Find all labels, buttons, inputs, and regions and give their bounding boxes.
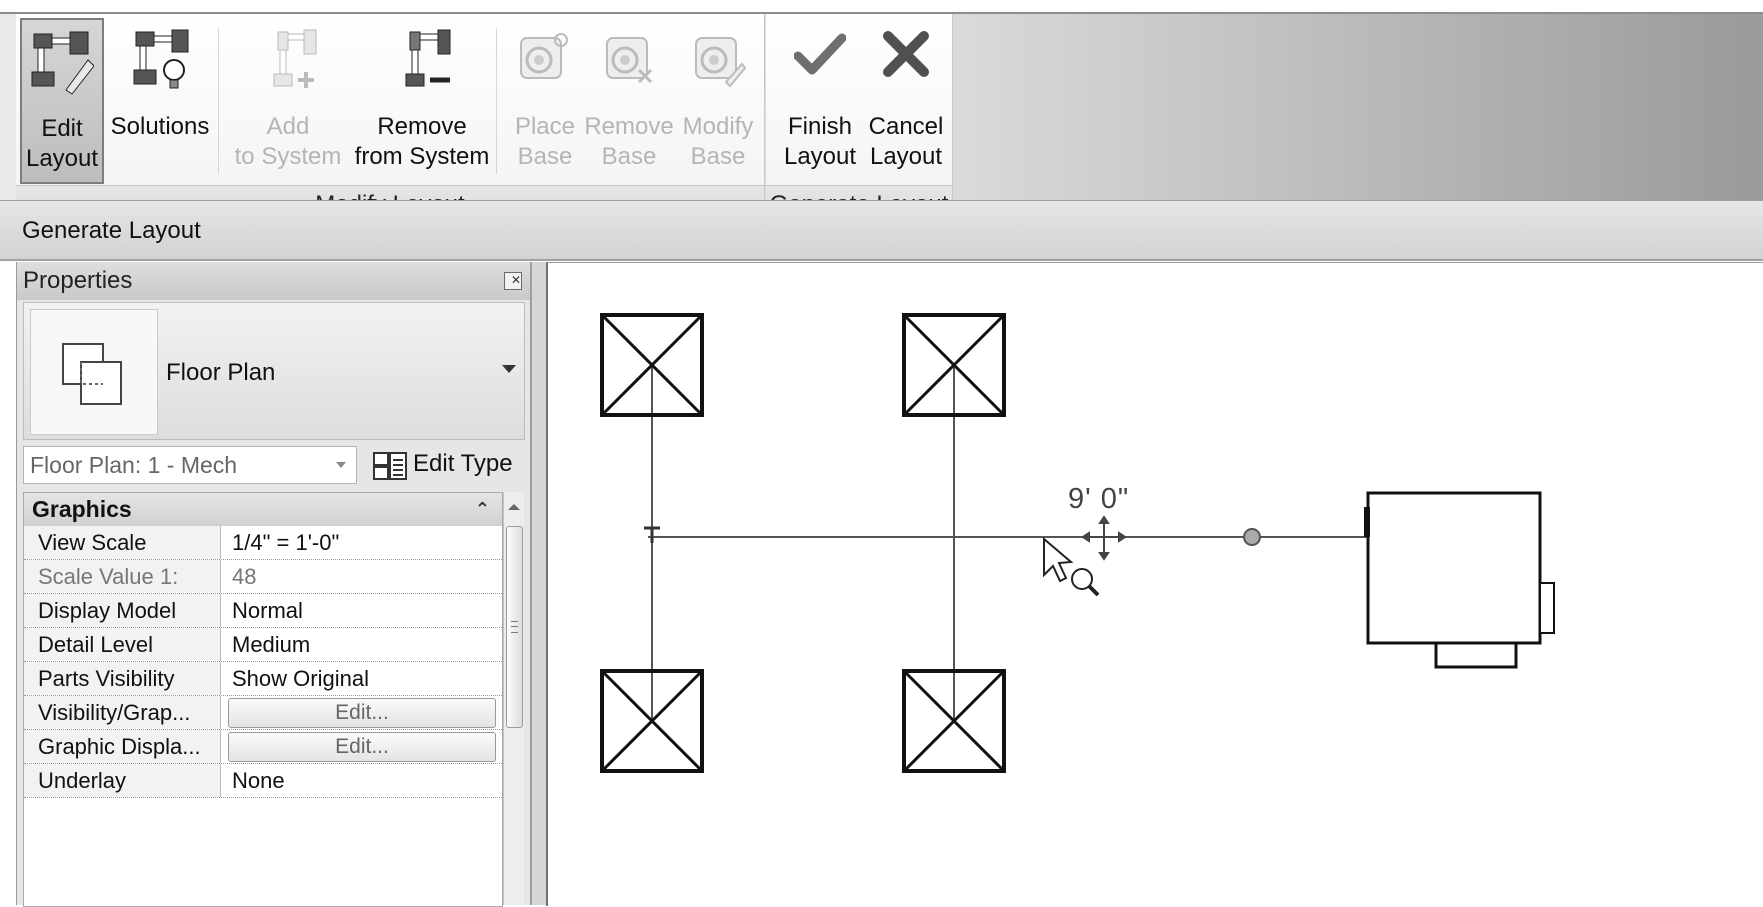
revit-window: Edit Layout Solutions Add to System Remo… [0, 0, 1763, 907]
panel-generate-layout: Finish Layout Cancel Layout Generate Lay… [766, 14, 953, 224]
close-icon[interactable]: ✕ [504, 272, 522, 290]
drawing-canvas[interactable]: 9' 0" [546, 262, 1763, 906]
move-cursor-icon [1081, 515, 1127, 561]
property-row: Parts Visibility Show Original [24, 662, 502, 696]
property-value[interactable]: Medium [222, 628, 498, 661]
chevron-down-icon[interactable] [502, 365, 516, 373]
arrow-cursor-icon [1043, 536, 1074, 583]
edit-type-icon [373, 452, 407, 480]
properties-table: Graphics ⌃ View Scale 1/4" = 1'-0" Scale… [23, 492, 503, 907]
remove-base-icon [606, 37, 653, 84]
options-bar-label: Generate Layout [22, 217, 201, 244]
property-name: Parts Visibility [24, 662, 221, 695]
edit-layout-button[interactable]: Edit Layout [20, 18, 104, 184]
pane-divider[interactable] [531, 262, 547, 905]
scroll-up-icon[interactable] [508, 504, 520, 510]
property-value[interactable]: None [222, 764, 498, 797]
property-name: Underlay [24, 764, 221, 797]
equipment-icon[interactable] [1364, 491, 1555, 669]
property-name: Graphic Displa... [24, 730, 221, 763]
group-header-graphics[interactable]: Graphics ⌃ [24, 493, 502, 526]
close-icon [883, 31, 929, 77]
separator [218, 28, 219, 174]
modify-base-button[interactable]: Modify Base [678, 18, 758, 184]
place-base-button[interactable]: Place Base [510, 18, 580, 184]
property-value: 48 [232, 564, 257, 589]
end-cap-icon [644, 526, 660, 543]
edit-layout-icon [31, 31, 94, 95]
solutions-button[interactable]: Solutions [108, 18, 212, 184]
property-row: View Scale 1/4" = 1'-0" [24, 526, 502, 560]
edit-type-button[interactable]: Edit Type [369, 446, 521, 484]
property-name: View Scale [24, 526, 221, 559]
connector-point-icon[interactable] [1243, 528, 1261, 546]
remove-base-button[interactable]: Remove Base [584, 18, 674, 184]
property-name: Detail Level [24, 628, 221, 661]
ribbon: Edit Layout Solutions Add to System Remo… [0, 12, 1763, 225]
properties-scrollbar[interactable] [503, 492, 524, 905]
options-bar: Generate Layout [0, 200, 1763, 261]
properties-title: Properties ✕ [17, 262, 530, 300]
property-row: Visibility/Grap... Edit... [24, 696, 502, 730]
property-value[interactable]: 1/4" = 1'-0" [222, 526, 498, 559]
property-row: Graphic Displa... Edit... [24, 730, 502, 764]
edit-visibility-button[interactable]: Edit... [228, 698, 496, 728]
collapse-icon[interactable]: ⌃ [467, 493, 490, 526]
floor-plan-icon [62, 343, 122, 405]
remove-from-system-button[interactable]: Remove from System [354, 18, 490, 184]
property-row: Display Model Normal [24, 594, 502, 628]
modify-base-icon [695, 37, 746, 88]
property-name: Visibility/Grap... [24, 696, 221, 729]
grip-icon [511, 621, 518, 633]
properties-palette: Properties ✕ Floor Plan Floor Plan: 1 - … [16, 262, 531, 907]
scroll-thumb[interactable] [506, 526, 523, 728]
floor-plan-thumbnail [30, 309, 158, 435]
place-base-icon [520, 33, 568, 79]
cancel-layout-button[interactable]: Cancel Layout [864, 18, 948, 184]
property-value[interactable]: Normal [222, 594, 498, 627]
checkmark-icon [794, 33, 846, 75]
panel-modify-layout: Edit Layout Solutions Add to System Remo… [16, 14, 765, 224]
finish-layout-button[interactable]: Finish Layout [778, 18, 862, 184]
zoom-cursor-icon [1071, 568, 1100, 597]
property-row: Detail Level Medium [24, 628, 502, 662]
add-to-system-icon [273, 29, 317, 88]
floor-plan-drawing [600, 313, 1555, 773]
instance-row: Floor Plan: 1 - Mech Edit Type [23, 444, 523, 488]
chevron-down-icon [336, 462, 346, 468]
type-selector[interactable]: Floor Plan [23, 302, 525, 440]
property-row: Underlay None [24, 764, 502, 798]
edit-graphic-display-button[interactable]: Edit... [228, 732, 496, 762]
property-row: Scale Value 1: 48 [24, 560, 502, 594]
property-name: Display Model [24, 594, 221, 627]
solutions-icon [133, 29, 189, 89]
separator [496, 28, 497, 174]
property-name: Scale Value 1: [24, 560, 221, 593]
add-to-system-button[interactable]: Add to System [228, 18, 348, 184]
remove-from-system-icon [405, 29, 451, 87]
type-name: Floor Plan [166, 359, 276, 386]
view-instance-select[interactable]: Floor Plan: 1 - Mech [23, 446, 357, 484]
dimension-label[interactable]: 9' 0" [1068, 483, 1129, 516]
property-value[interactable]: Show Original [222, 662, 498, 695]
